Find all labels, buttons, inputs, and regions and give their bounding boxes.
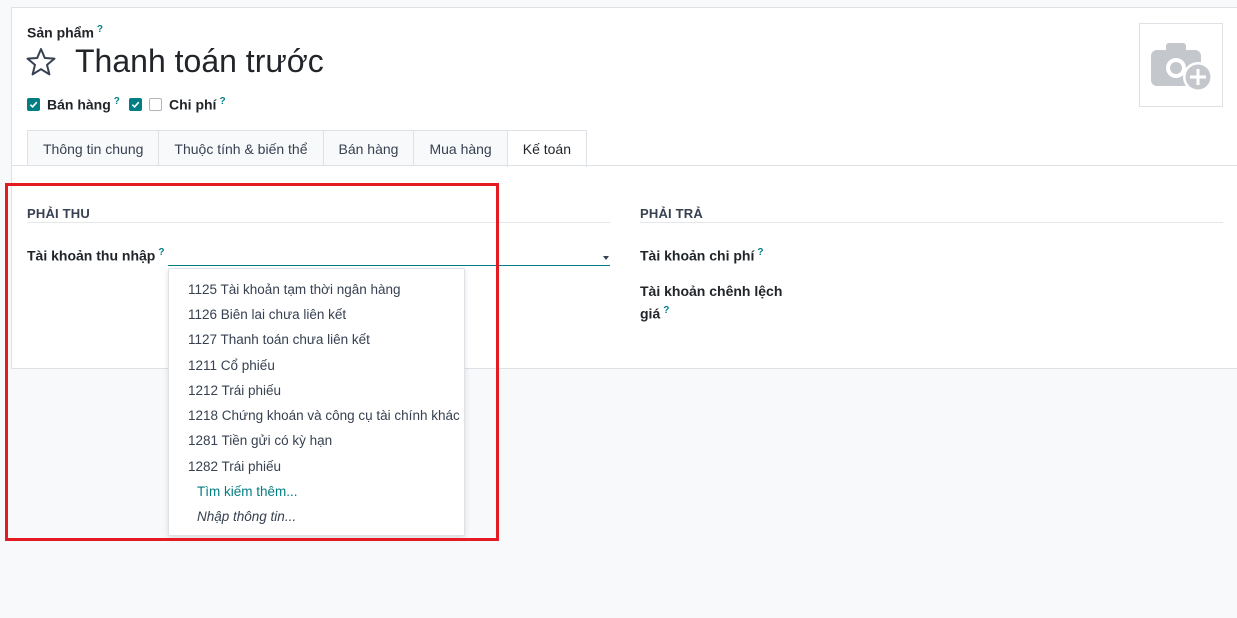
help-mark[interactable]: ?: [757, 247, 763, 258]
create-edit-link[interactable]: Nhập thông tin...: [197, 509, 296, 524]
help-mark[interactable]: ?: [158, 247, 164, 258]
dropdown-option[interactable]: 1126 Biên lai chưa liên kết: [188, 307, 346, 322]
dropdown-option[interactable]: 1211 Cổ phiếu: [188, 358, 275, 373]
income-account-label-text: Tài khoản thu nhập: [27, 247, 156, 264]
help-mark[interactable]: ?: [219, 96, 225, 107]
tab-purchase[interactable]: Mua hàng: [413, 130, 508, 166]
expense-account-label: Tài khoản chi phí?: [640, 247, 763, 264]
sale-ok-label: Bán hàng: [47, 96, 111, 113]
notebook-tabs: Thông tin chung Thuộc tính & biến thể Bá…: [27, 130, 587, 167]
dropdown-option[interactable]: 1212 Trái phiếu: [188, 383, 281, 398]
purchase-ok-checkbox[interactable]: Chi phí?: [129, 96, 226, 113]
checkbox-checked-icon[interactable]: [27, 97, 40, 111]
chevron-down-icon[interactable]: [603, 256, 609, 260]
income-account-label: Tài khoản thu nhập?: [27, 247, 164, 264]
product-image-upload[interactable]: [1139, 23, 1223, 107]
checkbox-checked-icon[interactable]: [129, 97, 142, 111]
dropdown-option[interactable]: 1127 Thanh toán chưa liên kết: [188, 332, 370, 347]
account-autocomplete-dropdown: 1125 Tài khoản tạm thời ngân hàng 1126 B…: [168, 268, 465, 536]
price-difference-label-line1: Tài khoản chênh lệch: [640, 283, 783, 299]
product-title[interactable]: Thanh toán trước: [75, 43, 324, 80]
dropdown-option[interactable]: 1282 Trái phiếu: [188, 459, 281, 474]
search-more-link[interactable]: Tìm kiếm thêm...: [197, 484, 298, 499]
sale-ok-checkbox[interactable]: Bán hàng?: [27, 96, 120, 113]
tab-accounting[interactable]: Kế toán: [506, 130, 587, 167]
camera-plus-icon: [1151, 43, 1213, 92]
expense-account-label-text: Tài khoản chi phí: [640, 247, 755, 264]
tabs-divider: [11, 165, 1237, 166]
help-mark[interactable]: ?: [663, 305, 669, 316]
product-label: Sản phẩm?: [27, 24, 103, 41]
expense-label: Chi phí: [169, 96, 217, 113]
receivable-divider: [27, 222, 610, 223]
star-icon[interactable]: [25, 46, 57, 78]
price-difference-label-line2: giá: [640, 305, 661, 322]
product-label-text: Sản phẩm: [27, 24, 94, 41]
income-account-underline: [168, 265, 610, 266]
receivable-section-title: PHẢI THU: [27, 206, 90, 221]
tab-attributes-variants[interactable]: Thuộc tính & biến thể: [158, 130, 324, 166]
income-account-input[interactable]: [168, 246, 602, 264]
tab-sales[interactable]: Bán hàng: [322, 130, 415, 166]
help-mark[interactable]: ?: [114, 96, 120, 107]
payable-divider: [640, 222, 1223, 223]
payable-section-title: PHẢI TRẢ: [640, 206, 703, 221]
tab-general-information[interactable]: Thông tin chung: [27, 130, 160, 166]
price-difference-account-label: Tài khoản chênh lệch giá?: [640, 281, 782, 324]
checkbox-empty-icon[interactable]: [149, 97, 162, 111]
dropdown-option[interactable]: 1281 Tiền gửi có kỳ hạn: [188, 433, 332, 448]
dropdown-option[interactable]: 1218 Chứng khoán và công cụ tài chính kh…: [188, 408, 460, 423]
dropdown-option[interactable]: 1125 Tài khoản tạm thời ngân hàng: [188, 282, 401, 297]
help-mark[interactable]: ?: [97, 24, 103, 35]
